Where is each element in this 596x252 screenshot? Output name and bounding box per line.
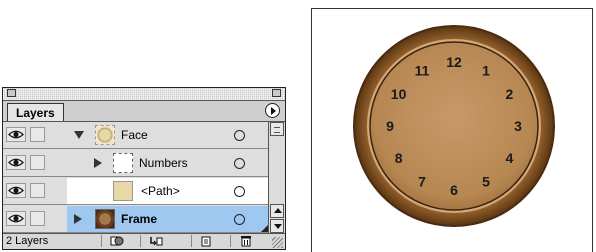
- resize-grip-icon[interactable]: [272, 237, 283, 248]
- visibility-eye-icon[interactable]: [6, 211, 26, 226]
- layer-thumbnail: [113, 153, 133, 173]
- clock-numeral: 1: [482, 63, 490, 79]
- layers-list: Face Numbers <Path> Frame: [3, 122, 268, 234]
- target-circle-icon[interactable]: [234, 158, 245, 169]
- layer-name-label: Frame: [121, 212, 158, 226]
- layers-palette: Layers Face Numbers <Path> Frame 2 Layer…: [2, 87, 286, 250]
- layer-thumbnail: [95, 209, 115, 229]
- new-layer-button[interactable]: [191, 235, 219, 247]
- clock-numeral: 11: [415, 63, 430, 79]
- layer-name-label: Numbers: [139, 156, 188, 170]
- target-circle-icon[interactable]: [234, 214, 245, 225]
- visibility-eye-icon[interactable]: [6, 127, 26, 142]
- expand-triangle-icon[interactable]: [74, 131, 84, 139]
- palette-menu-arrow-icon[interactable]: [265, 103, 280, 118]
- visibility-eye-icon[interactable]: [6, 183, 26, 198]
- lock-toggle-box[interactable]: [30, 211, 45, 226]
- visibility-eye-icon[interactable]: [6, 155, 26, 170]
- clock-numeral: 10: [391, 86, 407, 102]
- clock-numeral: 5: [482, 173, 490, 189]
- clock-numeral: 7: [418, 173, 426, 189]
- tab-layers[interactable]: Layers: [7, 103, 64, 121]
- zoom-box-icon[interactable]: [272, 89, 281, 97]
- clock-illustration: 121234567891011: [353, 25, 555, 227]
- vertical-scrollbar[interactable]: [268, 122, 285, 234]
- layer-name-label: <Path>: [141, 184, 180, 198]
- artboard: 12 1 2 3 4 5 6 7 8 9 10 11: [311, 8, 593, 252]
- close-box-icon[interactable]: [7, 89, 16, 97]
- clock-numeral: 12: [446, 54, 462, 70]
- layer-name-label: Face: [121, 128, 148, 142]
- scroll-down-arrow-icon[interactable]: [270, 219, 284, 233]
- target-circle-icon[interactable]: [234, 186, 245, 197]
- lock-toggle-box[interactable]: [30, 127, 45, 142]
- layer-thumbnail: [95, 125, 115, 145]
- lock-toggle-box[interactable]: [30, 155, 45, 170]
- clock-numeral: 4: [506, 150, 514, 166]
- layer-row-numbers[interactable]: Numbers: [3, 150, 268, 177]
- layer-count-label: 2 Layers: [6, 235, 49, 247]
- palette-tab-row: Layers: [3, 101, 285, 122]
- clock-numeral: 8: [395, 150, 403, 166]
- make-clipping-mask-button[interactable]: [101, 235, 129, 247]
- clock-numeral: 3: [514, 118, 522, 134]
- collapse-triangle-icon[interactable]: [94, 158, 102, 168]
- palette-footer: 2 Layers: [3, 233, 285, 249]
- delete-layer-trash-icon[interactable]: [230, 235, 258, 247]
- layer-row-path[interactable]: <Path>: [3, 178, 268, 205]
- scroll-thumb[interactable]: [270, 122, 284, 136]
- layer-row-face[interactable]: Face: [3, 122, 268, 149]
- collapse-triangle-icon[interactable]: [74, 214, 82, 224]
- clock-numeral: 6: [450, 182, 458, 198]
- palette-titlebar[interactable]: [3, 88, 285, 101]
- clock-numeral: 2: [506, 86, 514, 102]
- selection-indicator-icon: [261, 225, 268, 232]
- create-sublayer-button[interactable]: [140, 235, 168, 247]
- layer-row-frame[interactable]: Frame: [3, 206, 268, 233]
- lock-toggle-box[interactable]: [30, 183, 45, 198]
- target-circle-icon[interactable]: [234, 130, 245, 141]
- scroll-up-arrow-icon[interactable]: [270, 204, 284, 218]
- layer-thumbnail: [113, 181, 133, 201]
- clock-numeral: 9: [386, 118, 394, 134]
